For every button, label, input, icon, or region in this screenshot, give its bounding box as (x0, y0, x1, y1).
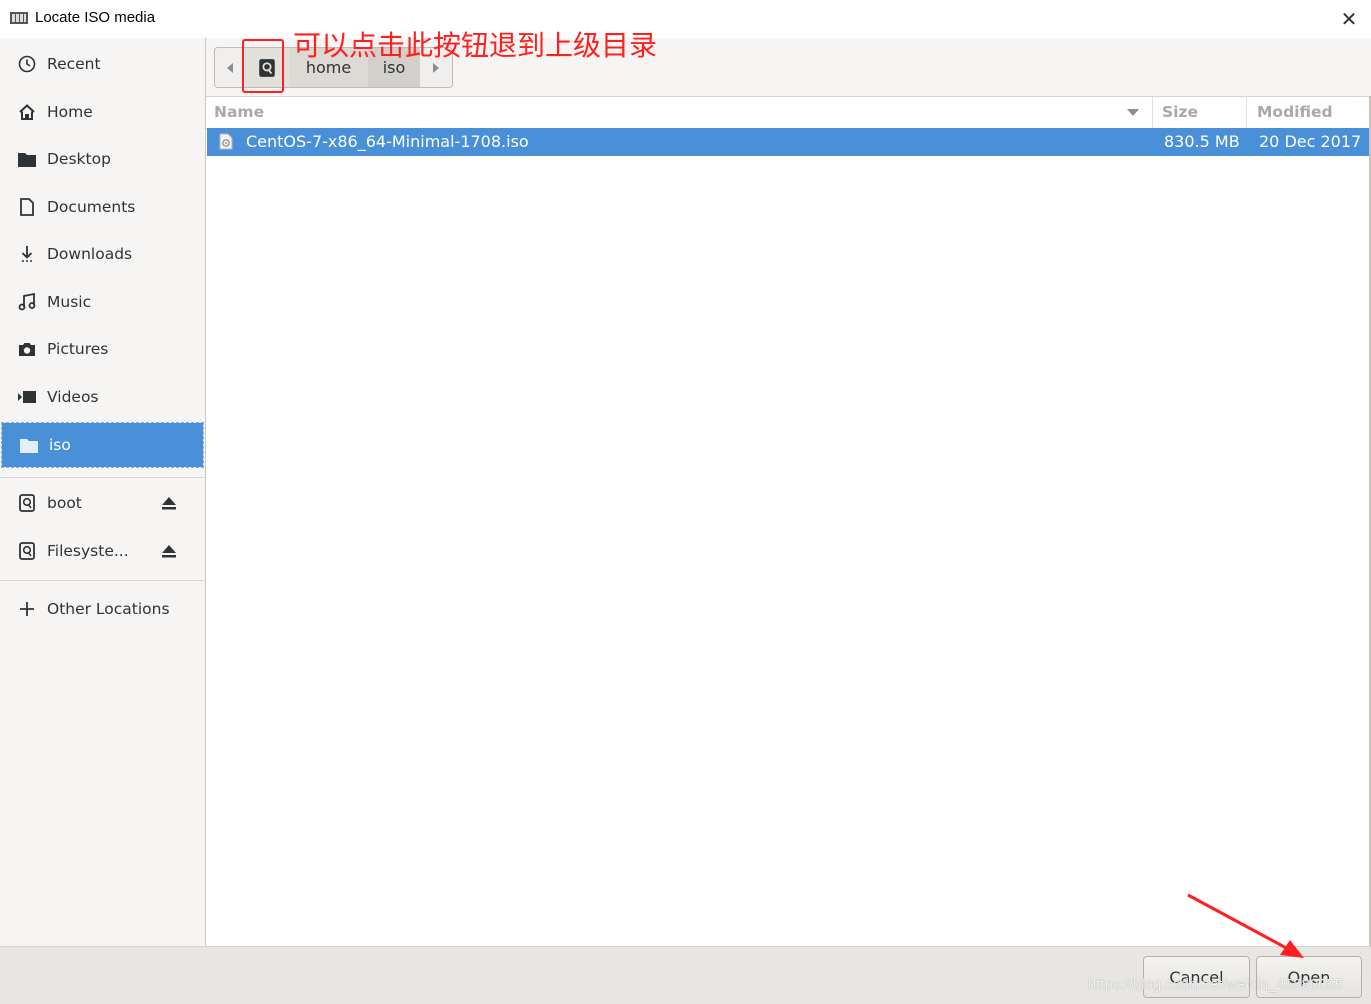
clock-icon (17, 54, 37, 74)
disc-image-icon (219, 133, 233, 150)
folder-icon (19, 435, 39, 455)
sidebar-item-videos[interactable]: Videos (0, 375, 205, 419)
file-row[interactable]: CentOS-7-x86_64-Minimal-1708.iso 830.5 M… (207, 128, 1370, 156)
drive-icon (17, 493, 37, 513)
sidebar-item-pictures[interactable]: Pictures (0, 327, 205, 371)
annotation-highlight-box (242, 39, 284, 93)
places-sidebar: Recent Home Desktop Documents Downloads … (0, 38, 206, 946)
sidebar-item-recent[interactable]: Recent (0, 42, 205, 86)
column-header-modified[interactable]: Modified (1246, 97, 1371, 128)
sidebar-item-label: Music (47, 293, 92, 311)
sidebar-separator (0, 580, 205, 581)
sidebar-item-iso[interactable]: iso (1, 422, 204, 468)
download-icon (17, 244, 37, 264)
sidebar-item-music[interactable]: Music (0, 280, 205, 324)
sidebar-item-label: Downloads (47, 245, 133, 263)
chevron-left-icon (227, 62, 233, 73)
sidebar-item-label: boot (47, 494, 82, 512)
sort-descending-icon (1127, 109, 1139, 116)
sidebar-item-label: Other Locations (47, 600, 170, 618)
action-bar: Cancel Open (0, 946, 1371, 1004)
sidebar-device-filesystem[interactable]: Filesyste... (0, 529, 205, 573)
sidebar-device-boot[interactable]: boot (0, 481, 205, 525)
plus-icon (17, 599, 37, 619)
sidebar-item-label: Desktop (47, 150, 111, 168)
sidebar-item-downloads[interactable]: Downloads (0, 232, 205, 276)
sidebar-item-label: Pictures (47, 340, 109, 358)
sidebar-item-desktop[interactable]: Desktop (0, 137, 205, 181)
close-button[interactable]: ✕ (1335, 6, 1363, 32)
window-title: Locate ISO media (35, 9, 156, 26)
camera-icon (17, 339, 37, 359)
watermark-text: https://blog.csdn.net/weixin_45880055 (1088, 976, 1344, 993)
folder-icon (17, 149, 37, 169)
app-icon (10, 12, 28, 24)
sidebar-separator (0, 477, 205, 478)
chevron-right-icon (433, 62, 439, 73)
music-icon (17, 292, 37, 312)
video-icon (17, 387, 37, 407)
file-modified: 20 Dec 2017 (1259, 132, 1362, 151)
drive-icon (17, 541, 37, 561)
file-size: 830.5 MB (1164, 132, 1240, 151)
column-header-size[interactable]: Size (1152, 97, 1246, 128)
sidebar-item-label: Recent (47, 55, 101, 73)
sidebar-item-label: Videos (47, 388, 99, 406)
file-list-header: Name Size Modified (206, 96, 1371, 129)
sidebar-item-other-locations[interactable]: Other Locations (0, 587, 205, 631)
sidebar-item-home[interactable]: Home (0, 90, 205, 134)
annotation-text: 可以点击此按钮退到上级目录 (293, 29, 658, 62)
eject-icon[interactable] (160, 494, 178, 512)
sidebar-item-documents[interactable]: Documents (0, 185, 205, 229)
close-icon: ✕ (1340, 7, 1358, 31)
column-header-name[interactable]: Name (214, 97, 1152, 128)
home-icon (17, 102, 37, 122)
sidebar-item-label: Documents (47, 198, 136, 216)
file-name: CentOS-7-x86_64-Minimal-1708.iso (246, 132, 529, 151)
sidebar-item-label: Filesyste... (47, 542, 129, 560)
sidebar-item-label: iso (49, 436, 71, 454)
title-bar: Locate ISO media ✕ (0, 0, 1371, 38)
sidebar-item-label: Home (47, 103, 93, 121)
document-icon (17, 197, 37, 217)
eject-icon[interactable] (160, 542, 178, 560)
